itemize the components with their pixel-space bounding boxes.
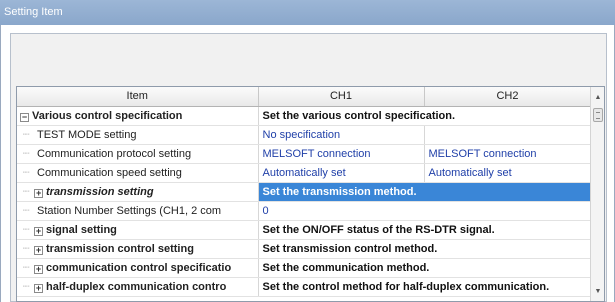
row-name-cell[interactable]: ┈ TEST MODE setting bbox=[17, 125, 259, 145]
scroll-down-arrow-icon[interactable]: ▼ bbox=[591, 285, 604, 299]
ch1-value-cell[interactable]: Automatically set bbox=[258, 163, 425, 183]
tree-guide-line: ┈ bbox=[22, 186, 30, 198]
window-title: Setting Item bbox=[4, 6, 63, 18]
row-description: Set the communication method. bbox=[258, 258, 592, 278]
row-label: Various control specification bbox=[32, 109, 183, 122]
row-name-cell[interactable]: − Various control specification bbox=[17, 106, 259, 126]
row-description: Set the control method for half-duplex c… bbox=[258, 277, 592, 297]
table-row[interactable]: ┈ + communication control specificatio Set… bbox=[17, 258, 592, 278]
plus-box-icon[interactable]: + bbox=[34, 265, 43, 274]
row-description: Set the various control specification. bbox=[258, 106, 592, 126]
ch1-value-cell[interactable]: 0 bbox=[258, 201, 592, 221]
row-name-cell[interactable]: ┈ + half-duplex communication contro bbox=[17, 277, 259, 297]
ch1-value-cell[interactable]: No specification bbox=[258, 125, 425, 145]
ch2-value-cell[interactable]: MELSOFT connection bbox=[424, 144, 592, 164]
plus-box-icon[interactable]: + bbox=[34, 246, 43, 255]
plus-box-icon[interactable]: + bbox=[34, 284, 43, 293]
tree-guide-line: ┈ bbox=[22, 262, 30, 274]
tree-guide-line: ┈ bbox=[22, 281, 30, 293]
row-label: half-duplex communication contro bbox=[46, 281, 227, 293]
row-name-cell[interactable]: ┈ Communication speed setting bbox=[17, 163, 259, 183]
scroll-up-arrow-icon[interactable]: ▲ bbox=[591, 91, 604, 105]
tree-guide-line: ┈ bbox=[22, 205, 30, 217]
tree-guide-line: ┈ bbox=[22, 129, 30, 141]
row-name-cell[interactable]: ┈ Communication protocol setting bbox=[17, 144, 259, 164]
tree-guide-line: ┈ bbox=[22, 243, 30, 255]
row-name-cell[interactable]: ┈ + communication control specificatio bbox=[17, 258, 259, 278]
header-row: Item CH1 CH2 bbox=[17, 87, 592, 107]
ch1-value-cell[interactable]: MELSOFT connection bbox=[258, 144, 425, 164]
row-label: signal setting bbox=[46, 224, 117, 236]
row-label: TEST MODE setting bbox=[37, 129, 137, 141]
setting-grid: Item CH1 CH2 − Various control specificat… bbox=[16, 86, 605, 302]
table-row[interactable]: ┈ TEST MODE setting No specification bbox=[17, 125, 592, 145]
window-title-bar: Setting Item bbox=[0, 0, 615, 25]
table-row[interactable]: ┈ + half-duplex communication contro Set t… bbox=[17, 277, 592, 297]
minus-box-icon[interactable]: − bbox=[20, 112, 29, 122]
tree-guide-line: ┈ bbox=[22, 224, 30, 236]
row-label: transmission setting bbox=[46, 186, 154, 198]
row-description: Set the transmission method. bbox=[258, 182, 592, 202]
table-row[interactable]: ┈ Station Number Settings (CH1, 2 com 0 bbox=[17, 201, 592, 221]
tree-guide-line: ┈ bbox=[22, 167, 30, 179]
scrollbar-thumb[interactable] bbox=[593, 108, 603, 122]
row-name-cell[interactable]: ┈ + transmission control setting bbox=[17, 239, 259, 259]
table-row[interactable]: ┈ Communication protocol setting MELSOFT … bbox=[17, 144, 592, 164]
row-label: communication control specificatio bbox=[46, 262, 232, 274]
column-header-item[interactable]: Item bbox=[17, 87, 259, 107]
table-row[interactable]: ┈ + transmission control setting Set trans… bbox=[17, 239, 592, 259]
row-name-cell[interactable]: ┈ + signal setting bbox=[17, 220, 259, 240]
table-row[interactable]: − Various control specification Set the v… bbox=[17, 106, 592, 126]
row-label: Station Number Settings (CH1, 2 com bbox=[37, 205, 222, 217]
row-label: Communication speed setting bbox=[37, 167, 182, 179]
table-row[interactable]: ┈ Communication speed setting Automatical… bbox=[17, 163, 592, 183]
row-description: Set transmission control method. bbox=[258, 239, 592, 259]
ch2-value-cell[interactable] bbox=[424, 125, 592, 145]
row-description: Set the ON/OFF status of the RS-DTR sign… bbox=[258, 220, 592, 240]
tree-guide-line: ┈ bbox=[22, 148, 30, 160]
column-header-ch1[interactable]: CH1 bbox=[258, 87, 425, 107]
plus-box-icon[interactable]: + bbox=[34, 227, 43, 236]
table-row[interactable]: ┈ + signal setting Set the ON/OFF status o… bbox=[17, 220, 592, 240]
row-label: transmission control setting bbox=[46, 243, 194, 255]
row-name-cell[interactable]: ┈ Station Number Settings (CH1, 2 com bbox=[17, 201, 259, 221]
ch2-value-cell[interactable]: Automatically set bbox=[424, 163, 592, 183]
row-name-cell[interactable]: ┈ + transmission setting bbox=[17, 182, 259, 202]
table-row[interactable]: ┈ + transmission setting Set the transmiss… bbox=[17, 182, 592, 202]
setting-table: Item CH1 CH2 − Various control specificat… bbox=[17, 87, 592, 297]
row-label: Communication protocol setting bbox=[37, 148, 192, 160]
vertical-scrollbar[interactable]: ▲ ▼ bbox=[590, 87, 604, 301]
column-header-ch2[interactable]: CH2 bbox=[424, 87, 592, 107]
plus-box-icon[interactable]: + bbox=[34, 189, 43, 198]
